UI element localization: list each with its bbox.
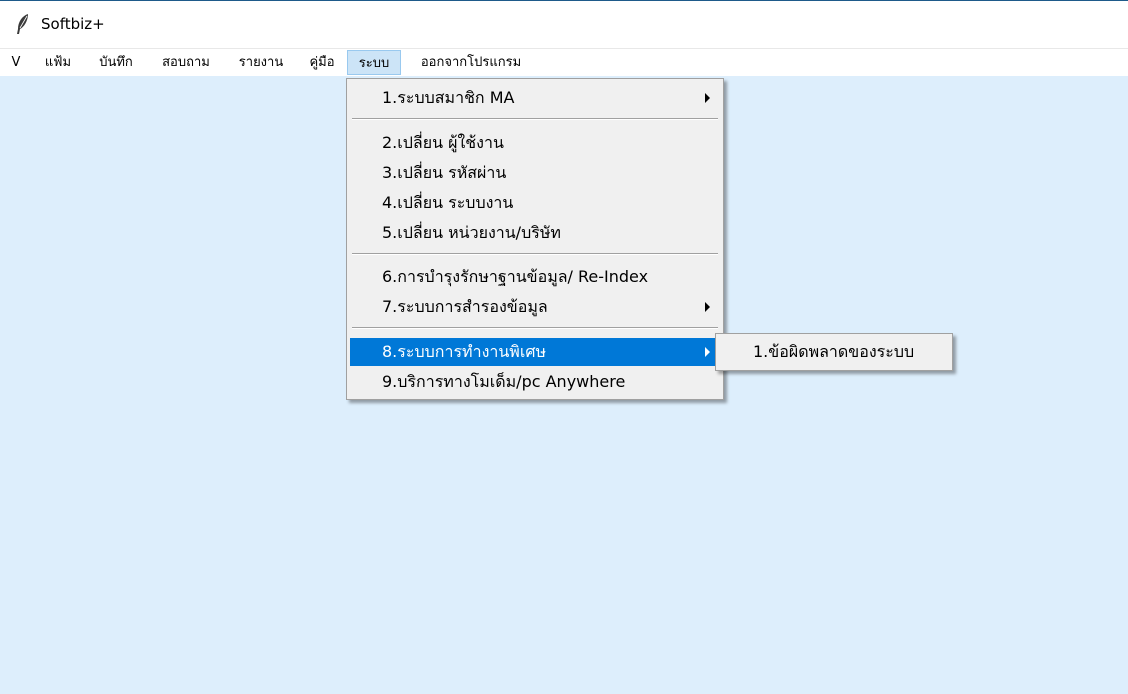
submenu-item-system-errors[interactable]: 1.ข้อผิดพลาดของระบบ — [719, 339, 949, 365]
menu-separator — [352, 327, 718, 329]
menu-item-modem-service[interactable]: 9.บริการทางโมเด็ม/pc Anywhere — [350, 368, 720, 396]
feather-icon — [17, 14, 28, 34]
menu-item-reindex[interactable]: 6.การบำรุงรักษาฐานข้อมูล/ Re-Index — [350, 263, 720, 291]
menu-item-label: 9.บริการทางโมเด็ม/pc Anywhere — [382, 372, 626, 391]
window-title: Softbiz+ — [41, 15, 105, 33]
menu-item-label: 2.เปลี่ยน ผู้ใช้งาน — [382, 133, 504, 152]
menu-item-special-functions[interactable]: 8.ระบบการทำงานพิเศษ — [350, 338, 720, 366]
menu-report[interactable]: รายงาน — [229, 50, 293, 75]
app-window: Softbiz+ V แฟ้ม บันทึก สอบถาม รายงาน คู่… — [0, 0, 1128, 694]
submenu-arrow-icon — [705, 93, 710, 103]
menu-system[interactable]: ระบบ — [347, 50, 401, 75]
menu-separator — [352, 118, 718, 120]
submenu-item-label: 1.ข้อผิดพลาดของระบบ — [753, 342, 915, 361]
menu-item-label: 5.เปลี่ยน หน่วยงาน/บริษัท — [382, 223, 561, 242]
menu-item-change-system[interactable]: 4.เปลี่ยน ระบบงาน — [350, 189, 720, 217]
submenu-arrow-icon — [705, 347, 710, 357]
menu-item-change-user[interactable]: 2.เปลี่ยน ผู้ใช้งาน — [350, 129, 720, 157]
menu-item-change-password[interactable]: 3.เปลี่ยน รหัสผ่าน — [350, 159, 720, 187]
menu-item-label: 1.ระบบสมาชิก MA — [382, 88, 515, 107]
menu-query[interactable]: สอบถาม — [152, 50, 220, 75]
menu-item-label: 4.เปลี่ยน ระบบงาน — [382, 193, 514, 212]
special-functions-submenu: 1.ข้อผิดพลาดของระบบ — [715, 333, 953, 371]
menu-bar: V แฟ้ม บันทึก สอบถาม รายงาน คู่มือ ระบบ … — [0, 48, 1128, 76]
menu-item-ma-member[interactable]: 1.ระบบสมาชิก MA — [350, 84, 720, 112]
menu-item-label: 3.เปลี่ยน รหัสผ่าน — [382, 163, 507, 182]
system-dropdown-menu: 1.ระบบสมาชิก MA 2.เปลี่ยน ผู้ใช้งาน 3.เป… — [346, 78, 724, 400]
menu-file[interactable]: แฟ้ม — [37, 50, 79, 75]
title-bar: Softbiz+ — [0, 1, 1128, 48]
menu-item-change-company[interactable]: 5.เปลี่ยน หน่วยงาน/บริษัท — [350, 219, 720, 247]
menu-exit[interactable]: ออกจากโปรแกรม — [408, 50, 534, 75]
menu-item-label: 8.ระบบการทำงานพิเศษ — [382, 342, 547, 361]
menu-manual[interactable]: คู่มือ — [300, 50, 344, 75]
menu-separator — [352, 253, 718, 255]
menu-item-backup[interactable]: 7.ระบบการสำรองข้อมูล — [350, 293, 720, 321]
submenu-arrow-icon — [705, 302, 710, 312]
menu-item-label: 7.ระบบการสำรองข้อมูล — [382, 297, 548, 316]
menu-item-label: 6.การบำรุงรักษาฐานข้อมูล/ Re-Index — [382, 267, 649, 286]
menu-record[interactable]: บันทึก — [88, 50, 144, 75]
menu-v[interactable]: V — [6, 50, 26, 75]
